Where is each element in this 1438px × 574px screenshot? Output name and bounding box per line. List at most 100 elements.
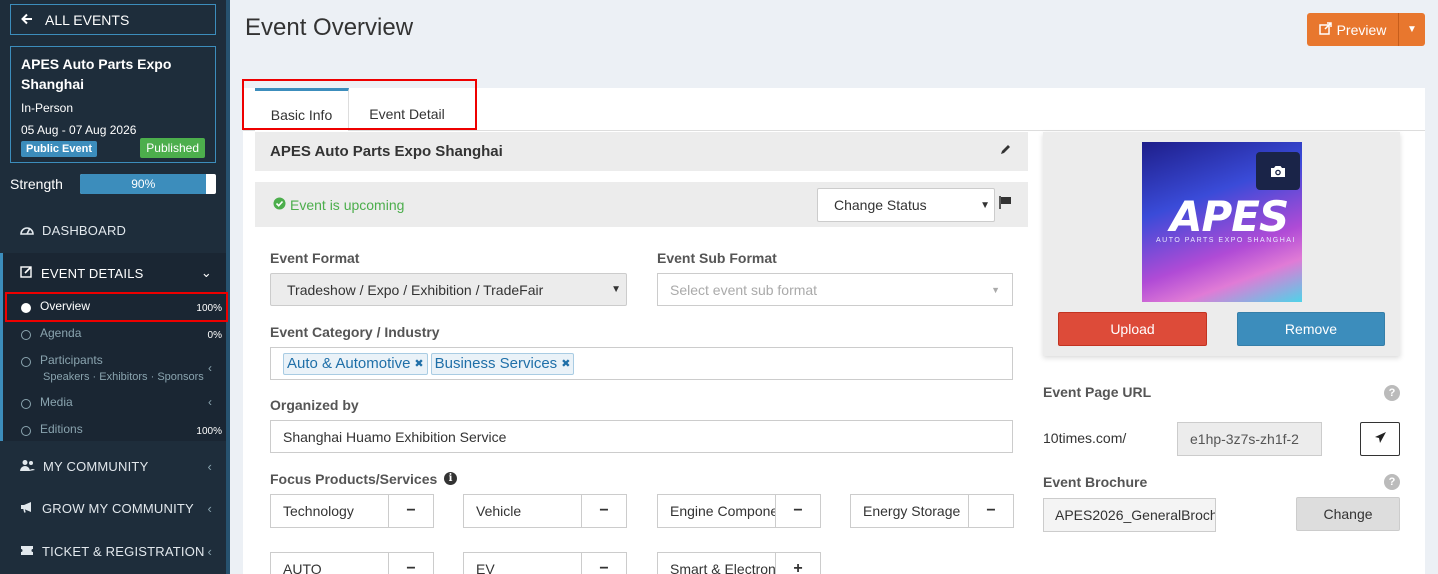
nav-ticket-label: TICKET & REGISTRATION <box>42 543 205 559</box>
strength-progress-bar: 90% <box>80 174 216 194</box>
upload-button[interactable]: Upload <box>1058 312 1207 346</box>
focus-item-input[interactable]: Energy Storage <box>851 495 969 527</box>
focus-item-input[interactable]: EV <box>464 553 582 574</box>
organized-by-label: Organized by <box>270 397 359 413</box>
sub-item-editions[interactable]: Editions 100% <box>0 422 226 440</box>
focus-products-label: Focus Products/Services <box>270 471 438 487</box>
sub-item-label: Agenda <box>40 326 82 340</box>
focus-item: Engine Components − <box>657 494 821 528</box>
sub-item-media[interactable]: Media ‹ <box>0 395 226 413</box>
category-tag-label: Business Services <box>434 355 558 372</box>
focus-item-input[interactable]: Vehicle <box>464 495 582 527</box>
paper-plane-icon <box>1374 431 1387 447</box>
event-card: APES Auto Parts Expo Shanghai In-Person … <box>10 46 216 163</box>
status-label: Event is upcoming <box>290 197 405 213</box>
sub-item-label: Participants <box>40 353 103 367</box>
event-format-select[interactable]: Tradeshow / Expo / Exhibition / TradeFai… <box>270 273 627 306</box>
preview-main[interactable]: Preview <box>1307 13 1399 46</box>
minus-icon[interactable]: − <box>582 553 626 574</box>
event-format-label: Event Format <box>270 250 360 266</box>
event-category-input[interactable]: Auto & Automotive ✖ Business Services ✖ <box>270 347 1013 380</box>
focus-item: EV − <box>463 552 627 574</box>
strength-label: Strength <box>10 176 63 192</box>
nav-ticket-registration[interactable]: TICKET & REGISTRATION ‹ <box>0 541 226 561</box>
preview-button[interactable]: Preview ▼ <box>1307 13 1425 46</box>
help-icon[interactable]: ? <box>1384 385 1400 401</box>
circle-outline-icon <box>21 399 31 409</box>
all-events-button[interactable]: ALL EVENTS <box>10 4 216 35</box>
focus-item-input[interactable]: AUTO <box>271 553 389 574</box>
circle-outline-icon <box>21 426 31 436</box>
event-url-input[interactable]: e1hp-3z7s-zh1f-2 <box>1177 422 1322 456</box>
change-status-value: Change Status <box>834 197 927 213</box>
nav-grow-my-community[interactable]: GROW MY COMMUNITY ‹ <box>0 498 226 518</box>
public-event-badge: Public Event <box>21 141 98 157</box>
category-tag: Auto & Automotive ✖ <box>283 352 428 375</box>
minus-icon[interactable]: − <box>389 553 433 574</box>
sub-item-pct: 0% <box>207 330 222 341</box>
dashboard-icon <box>20 223 34 238</box>
event-logo-panel: APES AUTO PARTS EXPO SHANGHAI Upload Rem… <box>1043 132 1400 356</box>
minus-icon[interactable]: − <box>776 495 820 527</box>
change-status-select[interactable]: Change Status ▼ <box>817 188 995 222</box>
focus-item-input[interactable]: Engine Components <box>658 495 776 527</box>
remove-tag-icon[interactable]: ✖ <box>414 357 423 370</box>
minus-icon[interactable]: − <box>389 495 433 527</box>
chevron-left-icon: ‹ <box>208 395 212 409</box>
focus-item-input[interactable]: Smart & Electronics <box>658 553 776 574</box>
focus-item: Vehicle − <box>463 494 627 528</box>
chevron-left-icon: ‹ <box>207 543 212 559</box>
minus-icon[interactable]: − <box>582 495 626 527</box>
info-icon[interactable]: i <box>444 472 457 485</box>
strength-progress-fill: 90% <box>80 174 207 194</box>
organized-by-input[interactable]: Shanghai Huamo Exhibition Service <box>270 420 1013 453</box>
pencil-icon[interactable] <box>999 143 1012 159</box>
event-card-dates: 05 Aug - 07 Aug 2026 <box>21 123 137 137</box>
nav-event-details[interactable]: EVENT DETAILS ⌄ <box>0 263 226 283</box>
check-circle-icon <box>273 197 286 213</box>
sub-item-label: Editions <box>40 422 83 436</box>
flag-icon[interactable] <box>999 196 1012 212</box>
published-badge: Published <box>140 138 205 158</box>
event-logo-image: APES AUTO PARTS EXPO SHANGHAI <box>1142 142 1302 302</box>
highlight-box <box>5 292 228 322</box>
event-sub-format-label: Event Sub Format <box>657 250 777 266</box>
edit-square-icon <box>20 265 33 281</box>
event-sub-format-select[interactable]: Select event sub format ▼ <box>657 273 1013 306</box>
nav-event-details-label: EVENT DETAILS <box>41 265 144 281</box>
change-brochure-button[interactable]: Change <box>1296 497 1400 531</box>
chevron-down-icon: ▼ <box>611 284 621 295</box>
sub-item-agenda[interactable]: Agenda 0% <box>0 326 226 344</box>
logo-text: APES <box>1170 192 1289 241</box>
camera-icon[interactable] <box>1256 152 1300 190</box>
event-card-title: APES Auto Parts Expo Shanghai <box>21 56 172 92</box>
minus-icon[interactable]: − <box>969 495 1013 527</box>
nav-my-community[interactable]: MY COMMUNITY ‹ <box>0 456 226 476</box>
category-tag-label: Auto & Automotive <box>287 355 411 372</box>
remove-tag-icon[interactable]: ✖ <box>561 357 570 370</box>
paper-plane-button[interactable] <box>1360 422 1400 456</box>
nav-my-community-label: MY COMMUNITY <box>43 458 149 474</box>
sub-item-participants[interactable]: Participants Speakers · Exhibitors · Spo… <box>0 353 226 387</box>
remove-button[interactable]: Remove <box>1237 312 1385 346</box>
nav-dashboard-label: DASHBOARD <box>42 222 127 238</box>
focus-item: AUTO − <box>270 552 434 574</box>
external-link-icon <box>1318 21 1332 38</box>
plus-icon[interactable]: + <box>776 553 820 574</box>
nav-dashboard[interactable]: DASHBOARD <box>0 220 226 240</box>
event-card-format: In-Person <box>21 101 74 115</box>
event-brochure-label: Event Brochure <box>1043 474 1148 490</box>
help-icon[interactable]: ? <box>1384 474 1400 490</box>
focus-item: Smart & Electronics + <box>657 552 821 574</box>
chevron-left-icon: ‹ <box>207 500 212 516</box>
sub-item-label: Media <box>40 395 73 409</box>
brochure-input[interactable]: APES2026_GeneralBrochure <box>1043 498 1216 532</box>
chevron-left-icon: ‹ <box>207 458 212 474</box>
chevron-left-icon: ‹ <box>208 361 212 375</box>
focus-item-input[interactable]: Technology <box>271 495 389 527</box>
page-title: Event Overview <box>245 14 414 41</box>
ticket-icon <box>20 544 34 559</box>
status-bar: Event is upcoming Change Status ▼ <box>255 182 1028 227</box>
nav-grow-label: GROW MY COMMUNITY <box>42 500 194 516</box>
preview-dropdown-caret-icon[interactable]: ▼ <box>1399 24 1425 35</box>
